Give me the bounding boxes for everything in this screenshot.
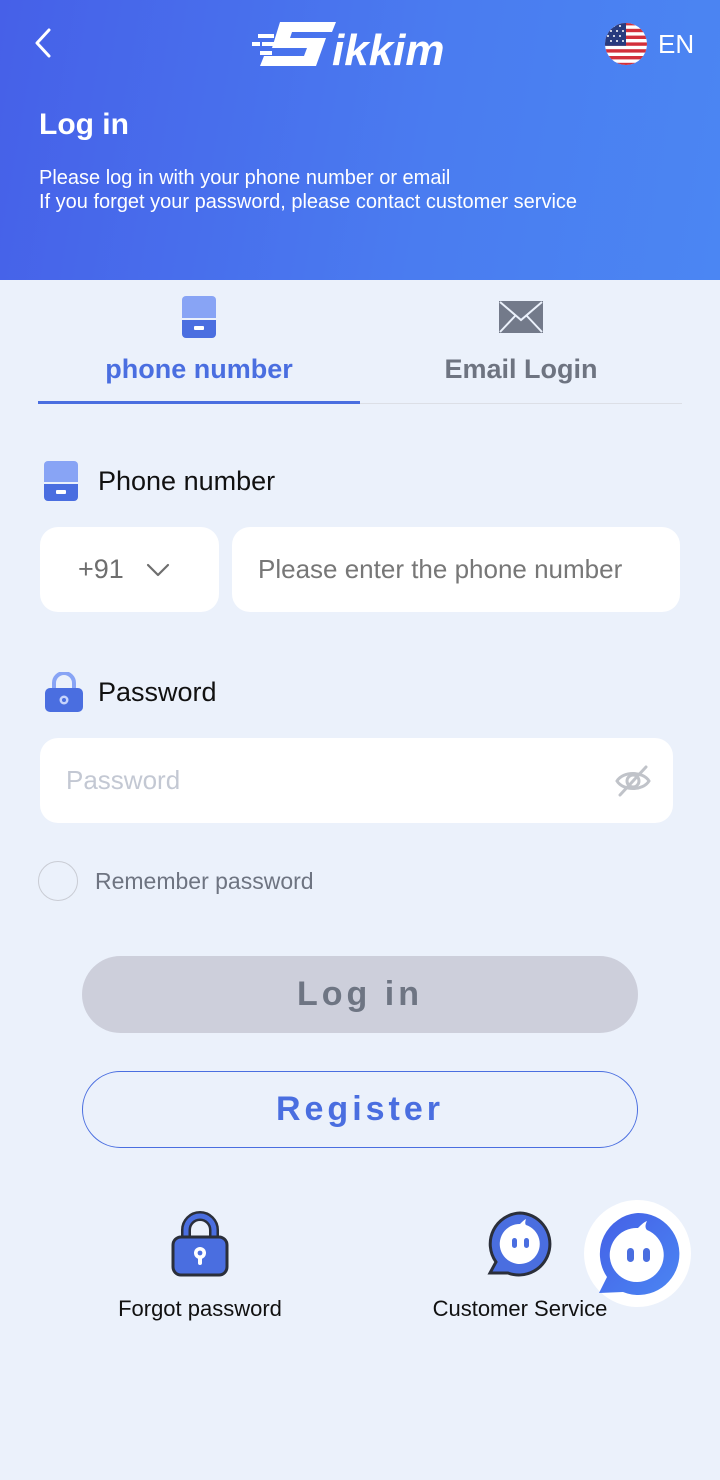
chat-bubble-icon [598, 1212, 679, 1295]
language-code: EN [658, 28, 695, 59]
padlock-icon [171, 1211, 229, 1277]
brand-logo: Sikkim ikkim [250, 18, 472, 75]
svg-text:ikkim: ikkim [332, 26, 445, 70]
phone-field-label: Phone number [44, 461, 275, 501]
phone-icon [182, 296, 216, 338]
forgot-password-label: Forgot password [118, 1296, 282, 1321]
password-label-text: Password [98, 676, 217, 707]
subtitle-line-2: If you forget your password, please cont… [39, 191, 578, 213]
login-method-tabs: phone number Email Login [38, 290, 682, 404]
remember-password-label: Remember password [95, 867, 314, 894]
chevron-down-icon [146, 563, 169, 576]
phone-number-input[interactable] [258, 554, 680, 585]
logo-icon: Sikkim ikkim [252, 22, 445, 75]
login-button[interactable]: Log in [82, 956, 638, 1033]
lock-icon [45, 672, 83, 712]
page-subtitle: Please log in with your phone number or … [39, 166, 577, 214]
back-button[interactable] [26, 26, 60, 60]
page-title: Log in [39, 108, 129, 141]
chat-bubble-icon [487, 1211, 552, 1277]
tab-label: phone number [105, 354, 293, 384]
remember-password[interactable]: Remember password [38, 861, 314, 901]
phone-number-field [232, 527, 680, 612]
chevron-left-icon [35, 28, 51, 58]
phone-icon [44, 461, 78, 501]
tab-label: Email Login [444, 354, 598, 384]
active-tab-indicator [38, 401, 360, 404]
floating-customer-service-button[interactable] [584, 1200, 691, 1307]
country-code-value: +91 [78, 554, 124, 584]
password-field-label: Password [44, 672, 217, 712]
customer-service-label: Customer Service [432, 1296, 608, 1321]
remember-password-checkbox[interactable] [38, 861, 78, 901]
password-input[interactable] [66, 765, 613, 796]
envelope-icon [499, 301, 543, 333]
us-flag-icon [605, 23, 647, 65]
header: Sikkim ikkim [0, 0, 720, 280]
eye-off-icon[interactable] [613, 761, 653, 801]
tab-phone-number[interactable]: phone number [38, 290, 360, 404]
forgot-password-link[interactable]: Forgot password [100, 1208, 300, 1322]
phone-label-text: Phone number [98, 465, 276, 496]
register-button[interactable]: Register [82, 1071, 638, 1148]
subtitle-line-1: Please log in with your phone number or … [39, 167, 451, 189]
tab-divider [360, 403, 682, 404]
country-code-select[interactable]: +91 [40, 527, 219, 612]
tab-email-login[interactable]: Email Login [360, 290, 682, 404]
password-field [40, 738, 673, 823]
language-selector[interactable]: EN [604, 22, 694, 66]
